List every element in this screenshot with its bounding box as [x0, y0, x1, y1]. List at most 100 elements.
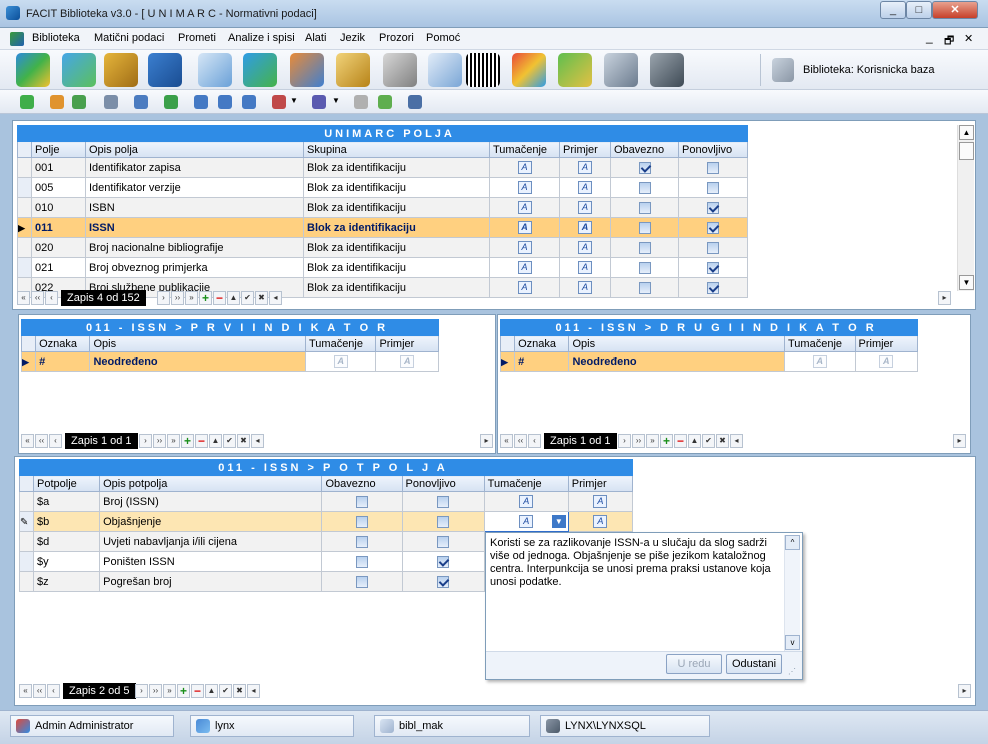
- example-icon[interactable]: A: [400, 355, 415, 368]
- nav-prev-icon[interactable]: ‹: [49, 434, 62, 448]
- import-icon[interactable]: [50, 95, 64, 109]
- field-code[interactable]: 001: [31, 157, 86, 178]
- table-row[interactable]: $a Broj (ISSN) A A: [18, 491, 634, 512]
- field-description[interactable]: ISBN: [85, 197, 304, 218]
- book-icon[interactable]: [148, 53, 182, 87]
- nav-edit-icon[interactable]: ▲: [209, 434, 222, 448]
- menu-prometi[interactable]: Prometi: [178, 32, 216, 44]
- minimize-button[interactable]: _: [880, 1, 906, 19]
- unimarc-scrollbar[interactable]: ▲ ▼: [957, 125, 974, 291]
- menu-alati[interactable]: Alati: [305, 32, 326, 44]
- nav-scroll-left-icon[interactable]: ◂: [730, 434, 743, 448]
- indicator-code[interactable]: #: [514, 351, 570, 372]
- field-group[interactable]: Blok za identifikaciju: [303, 257, 490, 278]
- field-code[interactable]: 020: [31, 237, 86, 258]
- nav-scroll-right-icon[interactable]: ▸: [480, 434, 493, 448]
- mdi-restore-icon[interactable]: 🗗: [944, 32, 954, 51]
- subfield-description[interactable]: Broj (ISSN): [99, 491, 323, 512]
- column-header[interactable]: Obavezno: [321, 475, 403, 492]
- row-indicator[interactable]: [18, 491, 35, 512]
- column-header[interactable]: Primjer: [375, 335, 439, 352]
- print-icon[interactable]: [104, 95, 118, 109]
- export-icon[interactable]: [72, 95, 86, 109]
- mandatory-checkbox[interactable]: [355, 495, 368, 508]
- mandatory-checkbox[interactable]: [638, 261, 651, 274]
- example-icon[interactable]: A: [578, 241, 592, 254]
- indicator-code[interactable]: #: [35, 351, 91, 372]
- field-group[interactable]: Blok za identifikaciju: [303, 217, 490, 238]
- column-header[interactable]: Primjer: [854, 335, 918, 352]
- nav-prev-icon[interactable]: ‹: [47, 684, 60, 698]
- menu-maticni-podaci[interactable]: Matični podaci: [94, 32, 164, 44]
- nav-prev-icon[interactable]: ‹: [45, 291, 58, 305]
- column-header[interactable]: Ponovljivo: [677, 141, 749, 158]
- repeatable-checkbox[interactable]: [437, 515, 450, 528]
- maximize-button[interactable]: □: [906, 1, 932, 19]
- run-icon[interactable]: [164, 95, 178, 109]
- subfield-code[interactable]: $b: [33, 511, 101, 532]
- nav-next-page-icon[interactable]: ››: [171, 291, 184, 305]
- scroll-up-icon[interactable]: ▲: [959, 125, 974, 140]
- nav-scroll-right-icon[interactable]: ▸: [938, 291, 951, 305]
- user-search-icon[interactable]: [383, 53, 417, 87]
- field-description[interactable]: Broj nacionalne bibliografije: [85, 237, 304, 258]
- row-indicator[interactable]: ▶: [499, 351, 516, 372]
- column-header[interactable]: Opis potpolja: [99, 475, 323, 492]
- nav-add-icon[interactable]: +: [181, 434, 194, 448]
- field-group[interactable]: Blok za identifikaciju: [303, 237, 490, 258]
- interpretation-icon[interactable]: A: [333, 355, 348, 368]
- nav-prev-page-icon[interactable]: ‹‹: [514, 434, 527, 448]
- mandatory-checkbox[interactable]: [355, 575, 368, 588]
- row-indicator[interactable]: [17, 257, 32, 278]
- film-icon[interactable]: [650, 53, 684, 87]
- subfield-description[interactable]: Pogrešan broj: [99, 571, 323, 592]
- field-code[interactable]: 005: [31, 177, 86, 198]
- field-group[interactable]: Blok za identifikaciju: [303, 197, 490, 218]
- nav-post-icon[interactable]: ✔: [241, 291, 254, 305]
- repeatable-checkbox[interactable]: [707, 221, 720, 234]
- column-header[interactable]: Oznaka: [35, 335, 91, 352]
- interpretation-icon[interactable]: A: [812, 355, 827, 368]
- table-row[interactable]: 021 Broj obveznog primjerka Blok za identi…: [17, 257, 749, 278]
- nav-last-icon[interactable]: »: [185, 291, 198, 305]
- repeatable-checkbox[interactable]: [437, 575, 450, 588]
- nav-delete-icon[interactable]: −: [213, 291, 226, 305]
- nav-edit-icon[interactable]: ▲: [688, 434, 701, 448]
- row-indicator[interactable]: [17, 197, 32, 218]
- nav-cancel-icon[interactable]: ✖: [716, 434, 729, 448]
- column-header[interactable]: Tumačenje: [784, 335, 856, 352]
- mdi-close-icon[interactable]: ✕: [964, 32, 973, 45]
- mdi-minimize-icon[interactable]: _: [926, 30, 933, 44]
- grid-icon[interactable]: [134, 95, 148, 109]
- nav-prev-page-icon[interactable]: ‹‹: [33, 684, 46, 698]
- column-header[interactable]: Tumačenje: [304, 335, 377, 352]
- field-code[interactable]: 011: [31, 217, 86, 238]
- subfield-description[interactable]: Poništen ISSN: [99, 551, 323, 572]
- menu-prozori[interactable]: Prozori: [379, 32, 414, 44]
- table-row[interactable]: 005 Identifikator verzije Blok za identifi…: [17, 177, 749, 198]
- field-code[interactable]: 010: [31, 197, 86, 218]
- example-icon[interactable]: A: [578, 161, 592, 174]
- interpretation-icon[interactable]: A: [517, 161, 532, 174]
- nav-cancel-icon[interactable]: ✖: [237, 434, 250, 448]
- nav-add-icon[interactable]: +: [199, 291, 212, 305]
- nav-next-page-icon[interactable]: ››: [149, 684, 162, 698]
- field-group[interactable]: Blok za identifikaciju: [303, 157, 490, 178]
- settings-search-icon[interactable]: [604, 53, 638, 87]
- nav-delete-icon[interactable]: −: [191, 684, 204, 698]
- example-icon[interactable]: A: [578, 261, 592, 274]
- refresh-icon[interactable]: [20, 95, 34, 109]
- mandatory-checkbox[interactable]: [638, 201, 651, 214]
- clock-icon[interactable]: [336, 53, 370, 87]
- nav-edit-icon[interactable]: ▲: [205, 684, 218, 698]
- example-icon[interactable]: A: [879, 355, 894, 368]
- example-icon[interactable]: A: [578, 201, 592, 214]
- nav-first-icon[interactable]: «: [19, 684, 32, 698]
- column-header[interactable]: Opis polja: [85, 141, 304, 158]
- column-header[interactable]: Primjer: [559, 141, 611, 158]
- nav-add-icon[interactable]: +: [177, 684, 190, 698]
- column-header[interactable]: Opis: [89, 335, 306, 352]
- subfield-description[interactable]: Uvjeti nabavljanja i/ili cijena: [99, 531, 323, 552]
- subfield-code[interactable]: $y: [33, 551, 101, 572]
- repeatable-checkbox[interactable]: [707, 201, 720, 214]
